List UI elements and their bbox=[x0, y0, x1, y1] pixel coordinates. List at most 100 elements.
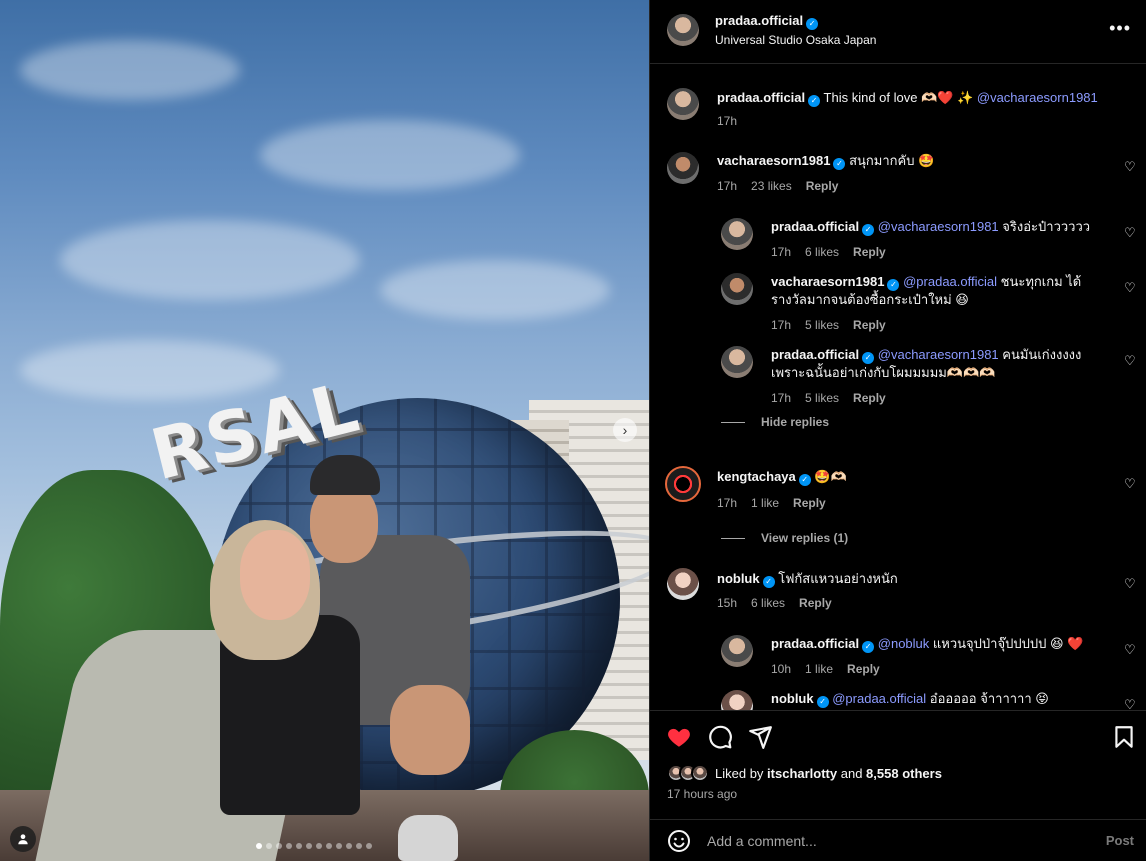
caption-mention[interactable]: @vacharaesorn1981 bbox=[977, 90, 1098, 105]
likes-count[interactable]: 8,558 others bbox=[866, 766, 942, 781]
post-photo[interactable]: RSAL › bbox=[0, 0, 649, 861]
comment-author[interactable]: pradaa.official bbox=[771, 219, 859, 234]
verified-badge-icon: ✓ bbox=[862, 641, 875, 653]
carousel-dot bbox=[256, 843, 262, 849]
location-link[interactable]: Universal Studio Osaka Japan bbox=[715, 33, 876, 47]
view-replies-button[interactable]: View replies (1) bbox=[721, 531, 848, 545]
liked-by[interactable]: Liked by itscharlotty and 8,558 others bbox=[667, 764, 942, 782]
cloud bbox=[260, 120, 520, 190]
post-time[interactable]: 17 hours ago bbox=[667, 787, 737, 801]
comment-author[interactable]: pradaa.official bbox=[771, 347, 859, 362]
comment-author[interactable]: vacharaesorn1981 bbox=[771, 274, 884, 289]
liked-by-mid: and bbox=[837, 765, 867, 781]
post-button[interactable]: Post bbox=[1106, 833, 1134, 848]
next-image-button[interactable]: › bbox=[613, 418, 637, 442]
post-side-panel: pradaa.official ✓ Universal Studio Osaka … bbox=[649, 0, 1146, 861]
more-icon[interactable]: ••• bbox=[1109, 18, 1131, 39]
heart-outline-icon[interactable]: ♡ bbox=[1124, 354, 1136, 367]
comment-time[interactable]: 17h bbox=[717, 179, 737, 193]
comment-text: สนุกมากคับ 🤩 bbox=[849, 153, 935, 168]
comment-mention[interactable]: @nobluk bbox=[878, 636, 930, 651]
comment-likes[interactable]: 1 like bbox=[751, 496, 779, 510]
heart-outline-icon[interactable]: ♡ bbox=[1124, 477, 1136, 490]
carousel-dot bbox=[366, 843, 372, 849]
comment-mention[interactable]: @vacharaesorn1981 bbox=[878, 219, 999, 234]
carousel-dot bbox=[326, 843, 332, 849]
liked-by-prefix: Liked by bbox=[715, 765, 768, 781]
comment-likes[interactable]: 5 likes bbox=[805, 318, 839, 332]
reply-button[interactable]: Reply bbox=[806, 179, 839, 193]
comment-time[interactable]: 17h bbox=[771, 391, 791, 405]
caption-text: This kind of love 🫶🏻❤️ ✨ bbox=[823, 90, 974, 105]
commenter-avatar[interactable] bbox=[721, 635, 753, 667]
tagged-users-button[interactable] bbox=[10, 826, 36, 852]
carousel-dot bbox=[316, 843, 322, 849]
comment-likes[interactable]: 6 likes bbox=[751, 596, 785, 610]
carousel-dot bbox=[336, 843, 342, 849]
reply-button[interactable]: Reply bbox=[793, 496, 826, 510]
commenter-avatar[interactable] bbox=[667, 152, 699, 184]
verified-badge-icon: ✓ bbox=[806, 18, 819, 30]
verified-badge-icon: ✓ bbox=[808, 95, 821, 107]
hide-replies-button[interactable]: Hide replies bbox=[721, 415, 829, 429]
commenter-avatar[interactable] bbox=[721, 273, 753, 305]
liker-avatar bbox=[691, 764, 709, 782]
comment-author[interactable]: nobluk bbox=[771, 691, 814, 706]
author-avatar[interactable] bbox=[667, 88, 699, 120]
comment-time[interactable]: 15h bbox=[717, 596, 737, 610]
verified-badge-icon: ✓ bbox=[816, 696, 829, 708]
user-icon bbox=[18, 834, 28, 845]
comment-text-line2: เพราะฉนั้นอย่าเก่งกับโผมมมมม🫶🏻🫶🏻🫶🏻 bbox=[771, 365, 996, 380]
comment-text: ชนะทุกเกม ได้ bbox=[1000, 274, 1082, 289]
add-comment-bar: Add a comment... Post bbox=[650, 819, 1146, 861]
carousel-dot bbox=[306, 843, 312, 849]
comment-text: 🤩🫶🏻 bbox=[814, 469, 847, 484]
comment-mention[interactable]: @pradaa.official bbox=[903, 274, 997, 289]
heart-outline-icon[interactable]: ♡ bbox=[1124, 160, 1136, 173]
commenter-avatar[interactable] bbox=[721, 218, 753, 250]
comment-input[interactable]: Add a comment... bbox=[707, 833, 817, 849]
comment-time[interactable]: 17h bbox=[771, 318, 791, 332]
caption-time[interactable]: 17h bbox=[717, 114, 737, 128]
comment-author[interactable]: kengtachaya bbox=[717, 469, 796, 484]
comment-likes[interactable]: 5 likes bbox=[805, 391, 839, 405]
comment-text: อ๋อออออ จ้าาาาาา 😝 bbox=[929, 691, 1049, 706]
caption-author[interactable]: pradaa.official bbox=[717, 90, 805, 105]
heart-outline-icon[interactable]: ♡ bbox=[1124, 226, 1136, 239]
verified-badge-icon: ✓ bbox=[887, 279, 900, 291]
comment-time[interactable]: 17h bbox=[771, 245, 791, 259]
verified-badge-icon: ✓ bbox=[862, 224, 875, 236]
heart-filled-icon[interactable] bbox=[666, 724, 692, 750]
bookmark-icon[interactable] bbox=[1111, 724, 1137, 750]
comment-time[interactable]: 17h bbox=[717, 496, 737, 510]
comment-text: โฟกัสแหวนอย่างหนัก bbox=[778, 571, 898, 586]
comment-time[interactable]: 10h bbox=[771, 662, 791, 676]
comment-text: คนมันเก่งงงงง bbox=[1002, 347, 1082, 362]
commenter-avatar[interactable] bbox=[665, 466, 701, 502]
reply-button[interactable]: Reply bbox=[853, 391, 886, 405]
commenter-avatar[interactable] bbox=[721, 346, 753, 378]
reply-button[interactable]: Reply bbox=[799, 596, 832, 610]
reply-button[interactable]: Reply bbox=[847, 662, 880, 676]
heart-outline-icon[interactable]: ♡ bbox=[1124, 281, 1136, 294]
reply-button[interactable]: Reply bbox=[853, 318, 886, 332]
comment-likes[interactable]: 6 likes bbox=[805, 245, 839, 259]
author-username[interactable]: pradaa.official bbox=[715, 13, 803, 28]
heart-outline-icon[interactable]: ♡ bbox=[1124, 643, 1136, 656]
comment-mention[interactable]: @vacharaesorn1981 bbox=[878, 347, 999, 362]
heart-outline-icon[interactable]: ♡ bbox=[1124, 577, 1136, 590]
reply-button[interactable]: Reply bbox=[853, 245, 886, 259]
liked-by-user[interactable]: itscharlotty bbox=[767, 766, 837, 781]
comment-likes[interactable]: 23 likes bbox=[751, 179, 792, 193]
comment-text: จริงอ่ะป๋าววววว bbox=[1002, 219, 1091, 234]
emoji-icon[interactable] bbox=[667, 829, 691, 853]
author-avatar[interactable] bbox=[667, 14, 699, 46]
comment-author[interactable]: nobluk bbox=[717, 571, 760, 586]
comment-author[interactable]: vacharaesorn1981 bbox=[717, 153, 830, 168]
commenter-avatar[interactable] bbox=[667, 568, 699, 600]
comment-author[interactable]: pradaa.official bbox=[771, 636, 859, 651]
comment-icon[interactable] bbox=[707, 724, 733, 750]
comment-mention[interactable]: @pradaa.official bbox=[832, 691, 926, 706]
comment-likes[interactable]: 1 like bbox=[805, 662, 833, 676]
share-icon[interactable] bbox=[747, 724, 773, 750]
